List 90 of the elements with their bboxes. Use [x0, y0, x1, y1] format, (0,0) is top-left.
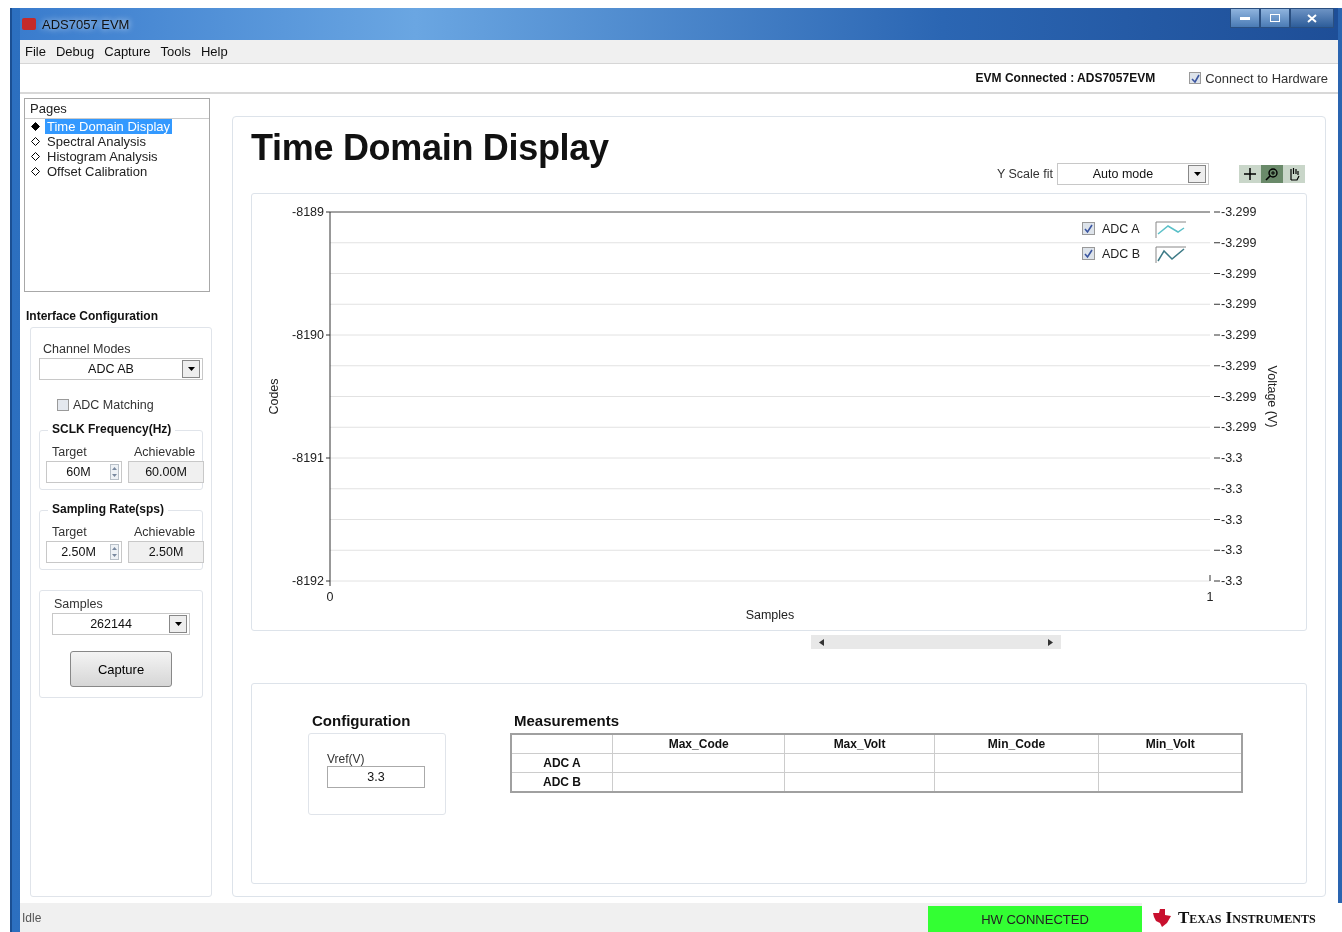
right-tick-label: -3.299 — [1221, 266, 1257, 281]
column-header: Max_Code — [612, 734, 785, 754]
field-label: Vref(V) — [327, 752, 366, 766]
company-logo-text: Texas Instruments — [1178, 907, 1316, 928]
window-title: ADS7057 EVM — [42, 16, 130, 32]
x-tick-label: 1 — [1206, 590, 1214, 604]
legend-checkbox[interactable] — [1082, 222, 1095, 235]
page-item[interactable]: Histogram Analysis — [45, 149, 160, 164]
x-tick-label: 0 — [326, 590, 334, 604]
checkbox[interactable] — [57, 399, 69, 411]
field-label: Y Scale fit — [996, 167, 1053, 181]
minimize-icon — [1240, 16, 1250, 20]
minimize-button[interactable] — [1230, 8, 1260, 28]
y-tick-label: -8190 — [292, 328, 324, 342]
y-tick-label: -8189 — [292, 205, 324, 219]
right-tick-label: -3.299 — [1221, 297, 1257, 312]
group-title: SCLK Frequency(Hz) — [48, 422, 176, 436]
menu-item[interactable]: Tools — [155, 44, 196, 59]
connection-indicator: HW CONNECTED — [928, 906, 1142, 932]
page-item[interactable]: Spectral Analysis — [45, 134, 148, 149]
page-item[interactable]: Offset Calibration — [45, 164, 150, 179]
y-tick-label: -8192 — [292, 574, 324, 588]
right-tick-label: -3.3 — [1221, 574, 1243, 588]
status-text: Idle — [21, 910, 43, 925]
checkbox-label: ADC Matching — [73, 398, 154, 412]
field-label: Achievable — [133, 525, 197, 539]
achievable-field: 60.00M — [128, 461, 204, 483]
menu-item[interactable]: Help — [195, 44, 233, 59]
menu-item[interactable]: File — [20, 44, 51, 59]
menu-item[interactable]: Capture — [99, 44, 156, 59]
cursor-tool-icon[interactable] — [1239, 165, 1261, 183]
spinner-arrows-icon — [110, 544, 119, 560]
maximize-button[interactable] — [1260, 8, 1290, 28]
caret-icon — [187, 367, 195, 371]
scroll-left-icon[interactable] — [819, 638, 824, 646]
right-tick-label: -3.3 — [1221, 481, 1243, 496]
scroll-right-icon[interactable] — [1048, 638, 1053, 646]
zoom-tool-icon[interactable] — [1261, 165, 1283, 183]
spinner-arrows-icon — [110, 464, 119, 480]
close-button[interactable] — [1290, 8, 1334, 28]
target-spinbox[interactable]: 2.50M — [46, 541, 122, 563]
column-header: Max_Volt — [784, 734, 935, 754]
close-icon — [1307, 13, 1317, 23]
logo-icon — [1150, 906, 1174, 929]
samples-dropdown[interactable]: 262144 — [52, 613, 190, 635]
connection-status: EVM Connected : ADS7057EVM — [975, 71, 1156, 85]
section-title: Configuration — [312, 712, 412, 729]
scrollbar[interactable] — [811, 635, 1061, 649]
caret-icon — [1193, 172, 1201, 176]
target-spinbox[interactable]: 60M — [46, 461, 122, 483]
row-header: ADC A — [511, 753, 613, 773]
right-tick-label: -3.299 — [1221, 235, 1257, 250]
achievable-field: 2.50M — [128, 541, 204, 563]
y-tick-label: -8191 — [292, 451, 324, 465]
field-label: Target — [51, 525, 88, 539]
legend-label: ADC B — [1102, 247, 1141, 261]
field-label: Samples — [53, 597, 104, 611]
section-title: Interface Configuration — [26, 309, 159, 323]
caret-icon — [174, 622, 182, 626]
right-tick-label: -3.299 — [1221, 328, 1257, 342]
right-axis-title: Voltage (V) — [1265, 365, 1279, 428]
y-axis-title: Codes — [267, 378, 281, 415]
app-icon — [22, 18, 36, 30]
checkbox[interactable] — [1189, 72, 1202, 84]
y-scale-dropdown[interactable]: Auto mode — [1057, 163, 1209, 185]
menu-item[interactable]: Debug — [50, 44, 100, 59]
channel-modes-dropdown[interactable]: ADC AB — [39, 358, 203, 380]
right-tick-label: -3.299 — [1221, 358, 1257, 373]
legend-frame — [1155, 221, 1187, 239]
hand-tool-icon[interactable] — [1283, 165, 1305, 183]
right-tick-label: -3.299 — [1221, 420, 1257, 435]
right-tick-label: -3.299 — [1221, 389, 1257, 404]
right-tick-label: -3.3 — [1221, 451, 1243, 465]
column-header: Min_Code — [934, 734, 1099, 754]
vref-field[interactable]: 3.3 — [327, 766, 425, 788]
right-tick-label: -3.3 — [1221, 543, 1243, 558]
x-axis-title: Samples — [745, 608, 795, 622]
field-label: Channel Modes — [43, 342, 132, 356]
legend-label: ADC A — [1102, 222, 1140, 236]
right-tick-label: -3.3 — [1221, 512, 1243, 527]
checkbox-label: Connect to Hardware — [1205, 70, 1328, 86]
field-label: Achievable — [133, 445, 197, 459]
page-title: Time Domain Display — [251, 127, 610, 169]
legend-checkbox[interactable] — [1082, 247, 1095, 260]
field-label: Target — [51, 445, 88, 459]
group-title: Sampling Rate(sps) — [48, 502, 169, 516]
capture-button[interactable]: Capture — [70, 651, 172, 687]
section-title: Measurements — [514, 712, 621, 729]
right-tick-label: -3.299 — [1221, 205, 1257, 219]
maximize-icon — [1270, 14, 1280, 22]
